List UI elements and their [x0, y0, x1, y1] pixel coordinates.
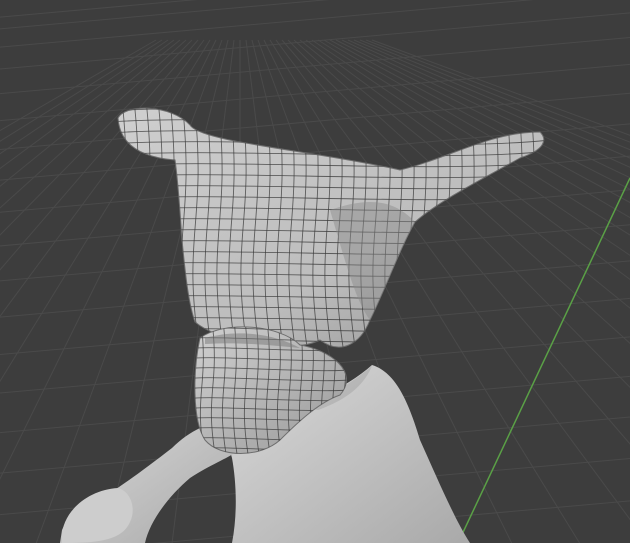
wire-edge	[110, 96, 550, 101]
viewport-canvas[interactable]	[0, 0, 630, 543]
grid-line	[0, 0, 198, 18]
grid-line	[0, 36, 630, 95]
3d-viewport[interactable]	[0, 0, 630, 543]
grid-line	[0, 0, 330, 30]
wire-edge	[480, 108, 490, 348]
